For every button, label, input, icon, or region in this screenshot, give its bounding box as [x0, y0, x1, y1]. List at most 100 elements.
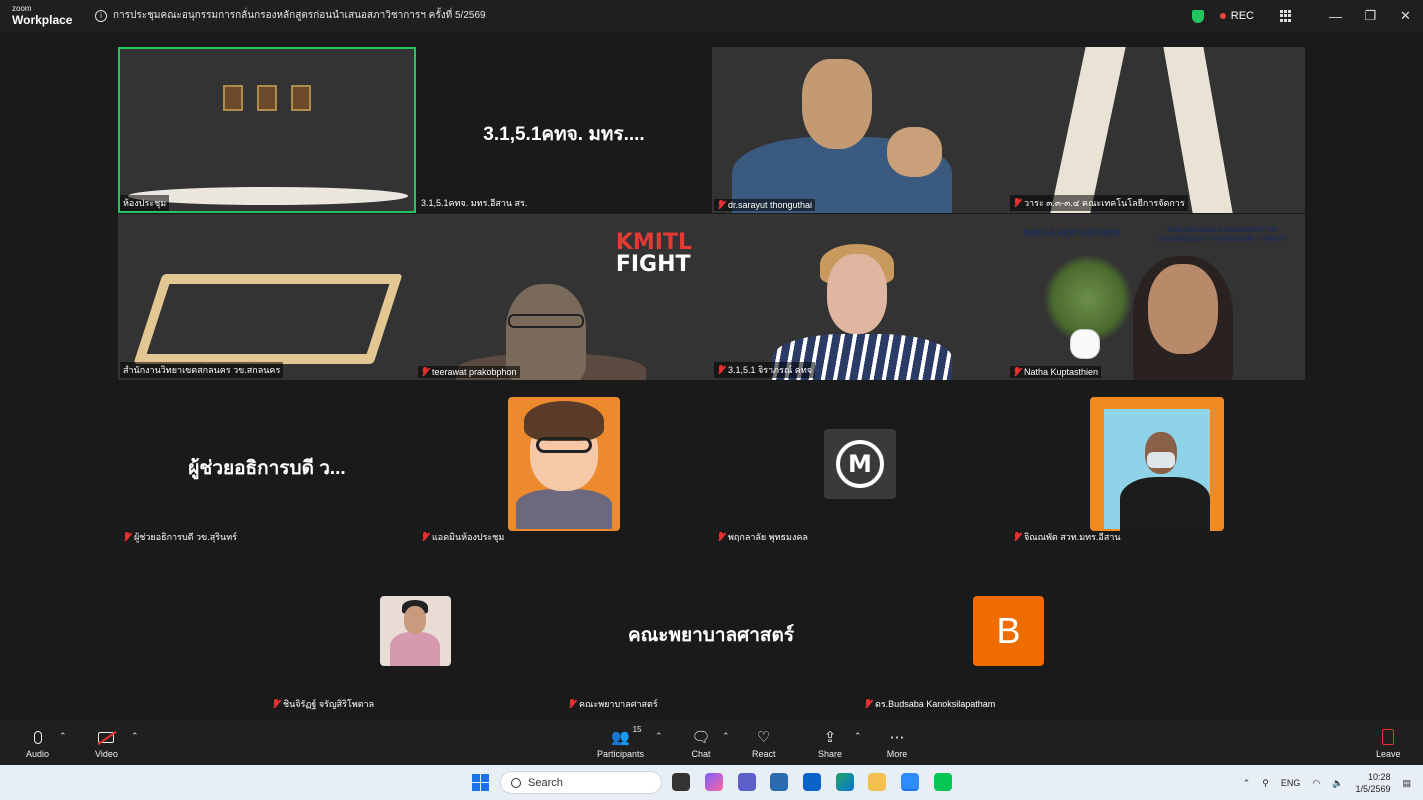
mic-muted-icon	[1013, 532, 1021, 542]
meeting-controls: Audio ⌃ Video ⌃ 👥 15 Participants ⌃ 🗨 Cha…	[0, 721, 1423, 765]
mic-muted-icon	[717, 532, 725, 542]
participant-name: Natha Kuptasthien	[1010, 366, 1102, 378]
participant-name: 3.1,5.1คทจ. มทร.อีสาน สร.	[421, 198, 528, 208]
share-options-caret-icon[interactable]: ⌃	[854, 731, 862, 742]
participant-tile[interactable]: ผู้ช่วยอธิการบดี ว... ผู้ช่วยอธิการบดี ว…	[118, 381, 416, 547]
participant-tile[interactable]: 3.1,5.1คทจ. มทร.... 3.1,5.1คทจ. มทร.อีสา…	[416, 47, 712, 213]
title-bar: zoom Workplace i การประชุมคณะอนุกรรมการก…	[0, 0, 1423, 32]
zoom-logo: zoom Workplace	[12, 4, 72, 27]
participant-display-name: ผู้ช่วยอธิการบดี ว...	[188, 458, 346, 479]
line-app-icon[interactable]	[934, 773, 952, 791]
mic-muted-icon	[421, 532, 429, 542]
participant-name: ดร.Budsaba Kanoksilapatham	[861, 696, 998, 712]
audio-options-caret-icon[interactable]: ⌃	[59, 731, 67, 742]
mic-muted-icon	[864, 699, 872, 709]
react-button[interactable]: ♡ React	[752, 727, 776, 759]
view-grid-icon[interactable]	[1280, 10, 1292, 22]
rec-dot-icon	[1219, 13, 1226, 19]
edge-icon[interactable]	[836, 773, 854, 791]
participants-count: 15	[632, 725, 642, 734]
meeting-info[interactable]: i การประชุมคณะอนุกรรมการกลั่นกรองหลักสูต…	[95, 8, 486, 23]
taskbar-search[interactable]: Search	[500, 771, 662, 794]
participant-display-name: คณะพยาบาลศาสตร์	[627, 625, 795, 646]
video-options-caret-icon[interactable]: ⌃	[131, 731, 139, 742]
leave-door-icon	[1382, 729, 1395, 745]
participants-icon: 👥	[611, 729, 630, 746]
mic-muted-icon	[272, 699, 280, 709]
windows-taskbar: Search ⌃ ⚲ ENG ◠ 🔈 10:28 1/5/2569 ▤	[0, 765, 1423, 800]
teams-icon[interactable]	[738, 773, 756, 791]
copilot-icon[interactable]	[705, 773, 723, 791]
mic-muted-icon	[1013, 198, 1021, 208]
participants-options-caret-icon[interactable]: ⌃	[655, 731, 663, 742]
wifi-icon[interactable]: ◠	[1312, 778, 1320, 789]
file-explorer-icon[interactable]	[868, 773, 886, 791]
participant-tile[interactable]: จิณณพัต สวท.มทร.อีสาน	[1008, 381, 1305, 547]
cartoon-man-icon	[508, 397, 620, 531]
participant-tile[interactable]: สำนักงานวิทยาเขตสกลนคร วข.สกลนคร	[118, 214, 416, 380]
participant-tile[interactable]: KMITL FIGHT teerawat prakobphon	[416, 214, 712, 380]
participant-tile[interactable]: แอดมินห้องประชุม	[416, 381, 712, 547]
network-status-icon[interactable]: ⚲	[1262, 778, 1269, 789]
profile-photo-icon	[1090, 397, 1224, 531]
tray-expand-icon[interactable]: ⌃	[1243, 778, 1251, 789]
close-button[interactable]: ✕	[1388, 0, 1423, 32]
participant-tile[interactable]: ห้องประชุม	[118, 47, 416, 213]
mic-muted-icon	[717, 200, 725, 210]
participants-button[interactable]: 👥 15 Participants	[597, 725, 644, 759]
banner-left: NATHA KUPTASTHIEN	[1024, 228, 1121, 238]
camera-off-icon	[98, 731, 115, 743]
share-button[interactable]: ⇪ Share	[818, 727, 842, 759]
participant-tile[interactable]: 3.1,5.1 จิราภรณ์ คทจ	[712, 214, 1008, 380]
info-icon[interactable]: i	[95, 9, 107, 22]
chat-options-caret-icon[interactable]: ⌃	[722, 731, 730, 742]
mic-muted-icon	[568, 699, 576, 709]
system-tray: ⌃ ⚲ ENG ◠ 🔈 10:28 1/5/2569 ▤	[1243, 771, 1411, 795]
recording-indicator[interactable]: REC	[1219, 10, 1254, 22]
windows-start-icon[interactable]	[472, 774, 489, 791]
brand-small: zoom	[12, 4, 32, 13]
outlook-icon[interactable]	[803, 773, 821, 791]
participant-tile[interactable]: คณะพยาบาลศาสตร์ คณะพยาบาลศาสตร์	[563, 548, 859, 714]
search-icon	[511, 777, 521, 788]
letter-avatar: B	[973, 596, 1044, 666]
microphone-icon	[33, 730, 42, 744]
participant-name: teerawat prakobphon	[418, 366, 520, 378]
participant-tile[interactable]: dr.sarayut thonguthai	[712, 47, 1008, 213]
participant-name: ชินจิรัฏฐ์ จรัญสิริโพตาล	[269, 696, 377, 712]
participant-display-name: 3.1,5.1คทจ. มทร....	[483, 124, 645, 145]
leave-button[interactable]: Leave	[1376, 727, 1401, 759]
mic-muted-icon	[421, 367, 429, 377]
chat-icon: 🗨	[691, 729, 711, 746]
banner-right: RAJAMANGALA UNIVERSITY OF TECHNOLOGY THAN…	[1157, 227, 1287, 243]
kmitl-fight-logo: KMITL FIGHT	[615, 230, 692, 277]
restore-button[interactable]: ❐	[1353, 0, 1388, 32]
task-view-icon[interactable]	[672, 773, 690, 791]
participant-tile[interactable]: NATHA KUPTASTHIEN RAJAMANGALA UNIVERSITY…	[1008, 214, 1305, 380]
profile-photo-icon	[380, 596, 451, 666]
chat-button[interactable]: 🗨 Chat	[690, 727, 712, 759]
participant-name: คณะพยาบาลศาสตร์	[565, 696, 661, 712]
m-logo-icon: M	[824, 429, 896, 499]
clock[interactable]: 10:28 1/5/2569	[1355, 771, 1390, 795]
minimize-button[interactable]: —	[1318, 0, 1353, 32]
audio-button[interactable]: Audio	[26, 727, 49, 759]
participant-tile[interactable]: M พฤกลาลัย พุทธมงคล	[712, 381, 1008, 547]
heart-icon: ♡	[757, 729, 771, 746]
more-button[interactable]: ⋯ More	[886, 727, 908, 759]
mic-muted-icon	[1013, 367, 1021, 377]
participant-tile[interactable]: วาระ ๓.๓-๓.๔ คณะเทคโนโลยีการจัดการ	[1008, 47, 1305, 213]
mic-muted-icon	[717, 365, 725, 375]
participant-name: ผู้ช่วยอธิการบดี วข.สุรินทร์	[120, 529, 240, 545]
notification-icon[interactable]: ▤	[1402, 778, 1411, 789]
participant-name: 3.1,5.1 จิราภรณ์ คทจ	[714, 362, 816, 378]
participant-name: ห้องประชุม	[120, 195, 170, 211]
zoom-app-icon[interactable]	[901, 773, 919, 791]
volume-icon[interactable]: 🔈	[1332, 778, 1343, 789]
participant-tile[interactable]: ชินจิรัฏฐ์ จรัญสิริโพตาล	[267, 548, 563, 714]
store-icon[interactable]	[770, 773, 788, 791]
participant-tile[interactable]: B ดร.Budsaba Kanoksilapatham	[859, 548, 1156, 714]
language-indicator[interactable]: ENG	[1281, 778, 1301, 788]
encryption-shield-icon[interactable]	[1191, 9, 1204, 23]
video-button[interactable]: Video	[95, 727, 118, 759]
